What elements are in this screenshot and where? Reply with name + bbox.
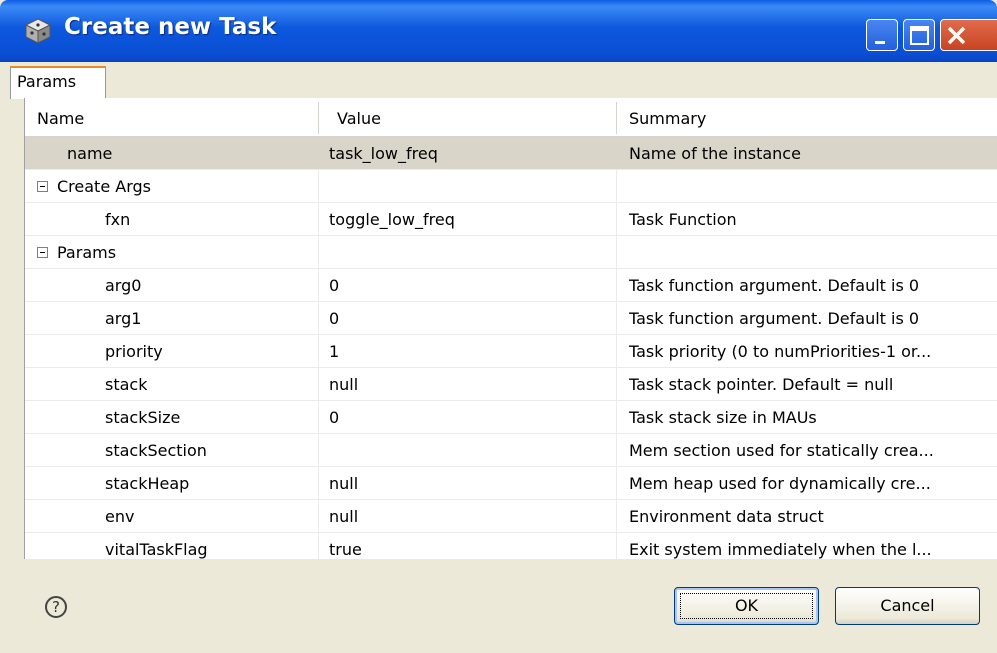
row-summary: Name of the instance [629,144,801,163]
row-name: fxn [105,210,131,229]
column-divider [616,203,617,235]
table-row[interactable]: Params [25,236,997,269]
column-header-summary[interactable]: Summary [629,98,706,136]
row-value[interactable]: 1 [329,335,339,367]
maximize-icon [910,26,929,45]
column-divider [318,335,319,367]
collapse-icon[interactable] [37,181,48,192]
column-divider [616,335,617,367]
column-divider [616,434,617,466]
row-name: name [67,144,113,163]
table-row[interactable]: priority 1 Task priority (0 to numPriori… [25,335,997,368]
row-name: Params [57,243,117,262]
row-value[interactable]: null [329,368,358,400]
collapse-icon[interactable] [37,247,48,258]
table-row[interactable]: Create Args [25,170,997,203]
table-row[interactable]: stackSection Mem section used for static… [25,434,997,467]
table-header: Name Value Summary [25,98,997,137]
row-value[interactable]: null [329,500,358,532]
column-divider[interactable] [318,102,319,134]
column-divider [616,170,617,202]
row-value[interactable]: 0 [329,401,339,433]
column-header-name[interactable]: Name [37,98,84,136]
column-divider [318,434,319,466]
row-name: stack [105,375,148,394]
tab-label: Params [17,72,77,91]
row-summary: Task stack size in MAUs [629,408,817,427]
row-name: priority [105,342,163,361]
column-divider [318,467,319,499]
table-row[interactable]: vitalTaskFlag true Exit system immediate… [25,533,997,559]
params-table: Name Value Summary name task_low_freq Na… [24,98,997,559]
row-value[interactable]: toggle_low_freq [329,203,455,235]
row-value[interactable]: task_low_freq [329,137,438,169]
help-icon[interactable]: ? [45,596,67,618]
row-summary: Task function argument. Default is 0 [629,276,920,295]
table-row[interactable]: arg1 0 Task function argument. Default i… [25,302,997,335]
column-divider [318,203,319,235]
row-value[interactable]: 0 [329,302,339,334]
column-divider [616,368,617,400]
row-name: arg1 [105,309,142,328]
minimize-button[interactable] [866,19,898,51]
row-name: stackHeap [105,474,190,493]
minimize-icon [875,41,885,44]
cancel-label: Cancel [880,596,935,615]
row-value[interactable]: true [329,533,362,559]
column-divider [616,302,617,334]
row-value[interactable]: null [329,467,358,499]
column-divider [616,269,617,301]
row-name: vitalTaskFlag [105,540,208,559]
tab-strip: Params [10,66,997,99]
column-divider [616,500,617,532]
column-divider [318,401,319,433]
close-icon [947,26,966,45]
row-name: stackSize [105,408,181,427]
row-summary: Task priority (0 to numPriorities-1 or..… [629,342,932,361]
window-title: Create new Task [64,14,277,40]
row-summary: Mem section used for statically crea... [629,441,934,460]
maximize-button[interactable] [903,19,935,51]
row-summary: Mem heap used for dynamically cre... [629,474,931,493]
column-divider [616,467,617,499]
row-name: Create Args [57,177,151,196]
column-divider [318,500,319,532]
ok-button[interactable]: OK [674,587,819,625]
column-divider [616,401,617,433]
dialog-footer: ? OK Cancel [0,560,997,653]
column-divider[interactable] [616,102,617,134]
row-summary: Task stack pointer. Default = null [629,375,894,394]
column-divider [318,170,319,202]
close-button[interactable] [940,19,997,51]
tab-params[interactable]: Params [10,66,106,99]
column-divider [318,533,319,559]
column-header-value[interactable]: Value [337,98,381,136]
table-row[interactable]: arg0 0 Task function argument. Default i… [25,269,997,302]
row-name: stackSection [105,441,207,460]
table-row[interactable]: fxn toggle_low_freq Task Function [25,203,997,236]
row-summary: Task Function [629,210,737,229]
row-name: env [105,507,135,526]
column-divider [616,533,617,559]
create-task-dialog: Create new Task Params Name Value Summar… [0,0,997,653]
row-summary: Environment data struct [629,507,824,526]
app-cube-icon [24,18,52,44]
column-divider [318,236,319,268]
table-row[interactable]: stack null Task stack pointer. Default =… [25,368,997,401]
row-name: arg0 [105,276,142,295]
cancel-button[interactable]: Cancel [835,587,980,625]
column-divider [318,269,319,301]
column-divider [318,368,319,400]
table-row[interactable]: env null Environment data struct [25,500,997,533]
focus-ring [680,593,813,619]
title-bar[interactable]: Create new Task [0,0,997,62]
table-row[interactable]: name task_low_freq Name of the instance [25,137,997,170]
table-row[interactable]: stackHeap null Mem heap used for dynamic… [25,467,997,500]
row-summary: Exit system immediately when the l... [629,540,932,559]
column-divider [318,302,319,334]
row-summary: Task function argument. Default is 0 [629,309,920,328]
column-divider [616,236,617,268]
table-row[interactable]: stackSize 0 Task stack size in MAUs [25,401,997,434]
row-value[interactable]: 0 [329,269,339,301]
